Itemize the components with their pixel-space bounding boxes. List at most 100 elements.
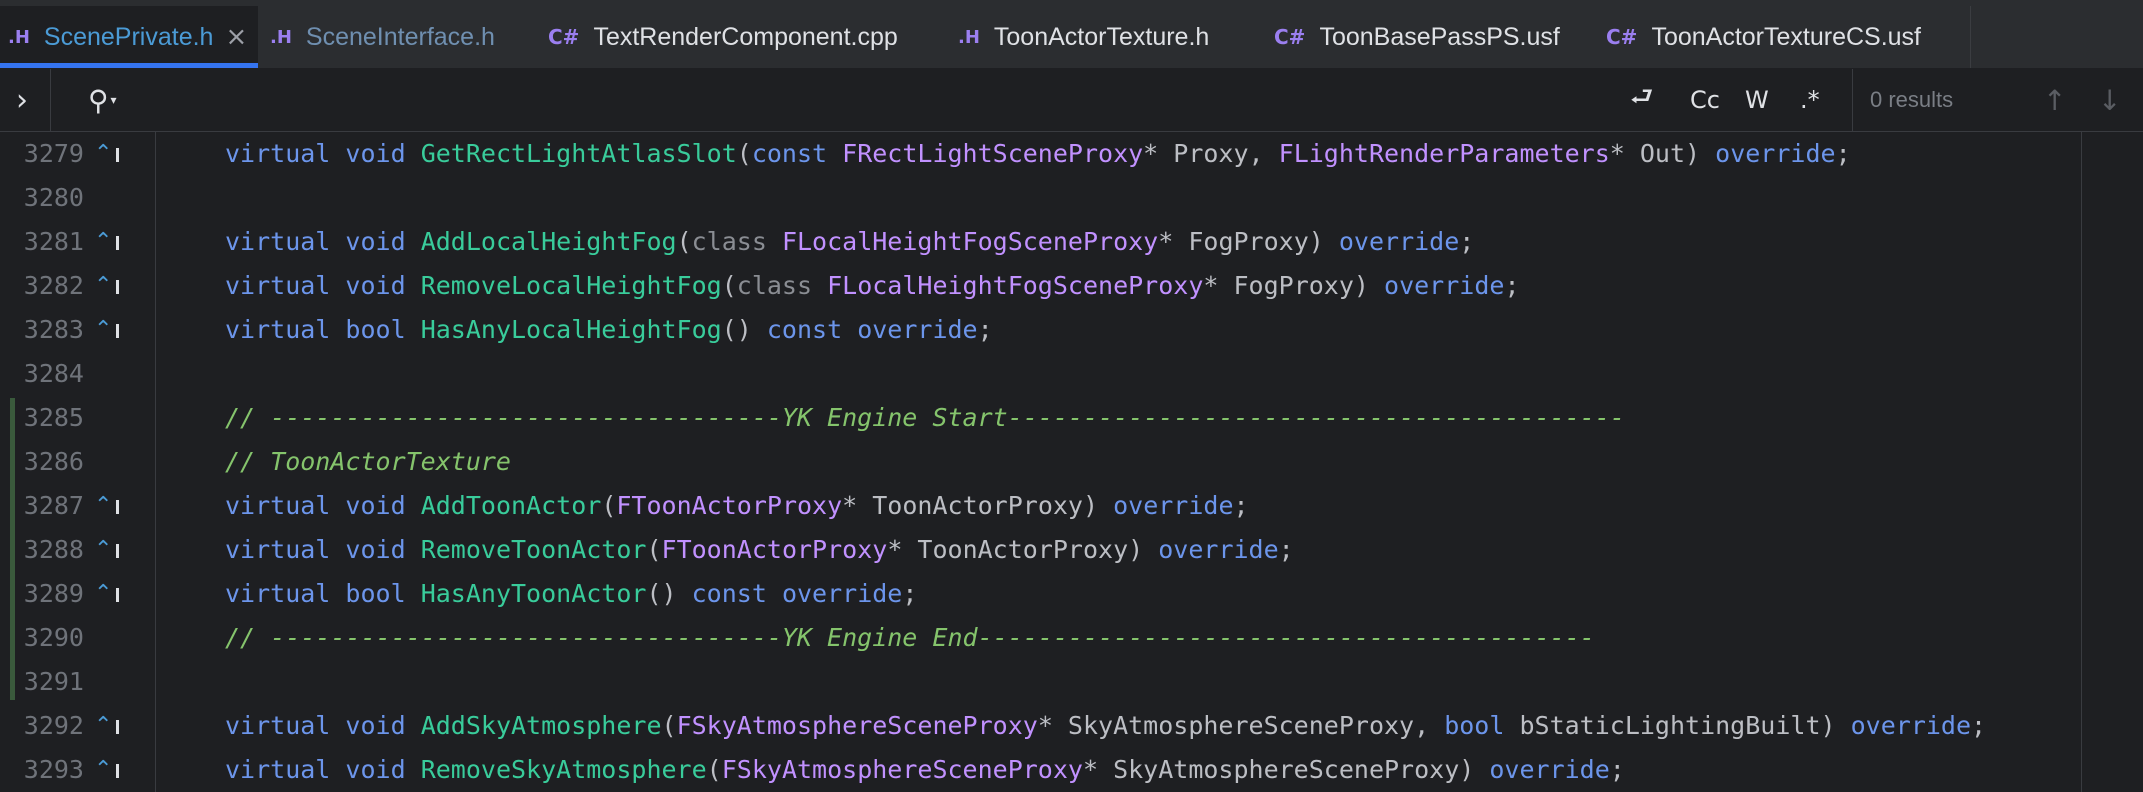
tab-toonactortexture-h[interactable]: .H ToonActorTexture.h [950, 6, 1260, 68]
line-number[interactable]: 3293 [0, 748, 84, 792]
line-number[interactable]: 3283 [0, 308, 84, 352]
overrides-icon[interactable]: ⌃ [94, 220, 119, 264]
overrides-icon[interactable]: ⌃ [94, 704, 119, 748]
tab-toonactortexturecs-usf[interactable]: C# ToonActorTextureCS.usf [1598, 6, 1970, 68]
line-number[interactable]: 3290 [0, 616, 84, 660]
code-line[interactable]: 3286 // ToonActorTexture [0, 440, 2143, 484]
code-token: ( [736, 139, 752, 168]
results-count: 0 results [1870, 69, 1953, 131]
overrides-icon[interactable]: ⌃ [94, 528, 119, 572]
code-token: RemoveToonActor [420, 535, 647, 564]
code-line[interactable]: 3281 ⌃ virtual void AddLocalHeightFog(clas… [0, 220, 2143, 264]
next-occurrence-button[interactable]: ↓ [2098, 69, 2121, 131]
code-line[interactable]: 3291 [0, 660, 2143, 704]
editor-tab-bar: .H ScenePrivate.h × .H SceneInterface.h … [0, 0, 2143, 69]
words-icon: W [1745, 86, 1769, 114]
line-number[interactable]: 3279 [0, 132, 84, 176]
line-number[interactable]: 3286 [0, 440, 84, 484]
code-line[interactable]: 3284 [0, 352, 2143, 396]
line-number[interactable]: 3281 [0, 220, 84, 264]
line-number[interactable]: 3288 [0, 528, 84, 572]
code-token: override [1158, 535, 1279, 564]
code-line[interactable]: 3290 // ---------------------------------… [0, 616, 2143, 660]
line-number[interactable]: 3282 [0, 264, 84, 308]
whole-words-button[interactable]: W [1745, 69, 1769, 131]
code-token: ( [601, 491, 617, 520]
code-line[interactable]: 3285 // ---------------------------------… [0, 396, 2143, 440]
code-token: FToonActorProxy [661, 535, 888, 564]
search-history-button[interactable]: ⚲ ▾ [88, 69, 117, 131]
code-token: AddToonActor [420, 491, 602, 520]
tab-toonbasepassps-usf[interactable]: C# ToonBasePassPS.usf [1266, 6, 1596, 68]
code-line[interactable]: 3292 ⌃ virtual void AddSkyAtmosphere(FSkyA… [0, 704, 2143, 748]
code-token: bool [1444, 711, 1520, 740]
overrides-icon[interactable]: ⌃ [94, 484, 119, 528]
line-code: virtual bool HasAnyToonActor() const ove… [225, 572, 917, 616]
code-line[interactable]: 3289 ⌃ virtual bool HasAnyToonActor() cons… [0, 572, 2143, 616]
close-icon[interactable]: × [225, 22, 247, 52]
line-number[interactable]: 3289 [0, 572, 84, 616]
line-number[interactable]: 3285 [0, 396, 84, 440]
line-number[interactable]: 3292 [0, 704, 84, 748]
code-line[interactable]: 3287 ⌃ virtual void AddToonActor(FToonActo… [0, 484, 2143, 528]
tab-sceneinterface-h[interactable]: .H SceneInterface.h [262, 6, 514, 68]
find-bar: › ⚲ ▾ ⮐ Cc W .* 0 results ↑ ↓ [0, 69, 2143, 132]
overrides-icon[interactable]: ⌃ [94, 264, 119, 308]
line-number[interactable]: 3280 [0, 176, 84, 220]
code-token: FRectLightSceneProxy [842, 139, 1144, 168]
overrides-icon[interactable]: ⌃ [94, 308, 119, 352]
chevron-down-icon: ▾ [110, 93, 117, 107]
code-token: () [646, 579, 692, 608]
search-icon: ⚲ [88, 83, 109, 117]
search-input[interactable] [130, 69, 1610, 131]
code-token: ( [676, 227, 692, 256]
match-case-icon: Cc [1690, 86, 1720, 114]
code-token: virtual [225, 227, 346, 256]
overrides-icon[interactable]: ⌃ [94, 572, 119, 616]
code-token: virtual [225, 755, 346, 784]
code-token: override [1384, 271, 1505, 300]
line-code: virtual void AddToonActor(FToonActorProx… [225, 484, 1249, 528]
code-token: * SkyAtmosphereSceneProxy, [1037, 711, 1445, 740]
code-line[interactable]: 3279 ⌃ virtual void GetRectLightAtlasSlot(… [0, 132, 2143, 176]
overrides-icon[interactable]: ⌃ [94, 132, 119, 176]
code-token: * FogProxy) [1158, 227, 1339, 256]
code-token: class [736, 271, 828, 300]
code-line[interactable]: 3282 ⌃ virtual void RemoveLocalHeightFog(c… [0, 264, 2143, 308]
overrides-icon[interactable]: ⌃ [94, 748, 119, 792]
code-token: RemoveSkyAtmosphere [420, 755, 707, 784]
shader-file-icon: C# [1606, 25, 1638, 49]
code-line[interactable]: 3293 ⌃ virtual void RemoveSkyAtmosphere(FS… [0, 748, 2143, 792]
expand-replace-button[interactable]: › [16, 69, 28, 131]
line-number[interactable]: 3284 [0, 352, 84, 396]
code-line[interactable]: 3283 ⌃ virtual bool HasAnyLocalHeightFog()… [0, 308, 2143, 352]
previous-occurrence-button[interactable]: ↑ [2043, 69, 2066, 131]
chevron-right-icon: › [16, 82, 28, 118]
code-editor[interactable]: 3279 ⌃ virtual void GetRectLightAtlasSlot(… [0, 132, 2143, 792]
code-token: void [345, 227, 421, 256]
code-line[interactable]: 3280 [0, 176, 2143, 220]
tab-textrendercomponent-cpp[interactable]: C# TextRenderComponent.cpp [540, 6, 920, 68]
code-line[interactable]: 3288 ⌃ virtual void RemoveToonActor(FToonA… [0, 528, 2143, 572]
preserve-case-button[interactable]: ⮐ [1630, 69, 1653, 131]
code-token: void [345, 271, 421, 300]
code-token: override [1715, 139, 1836, 168]
code-token: * ToonActorProxy) [887, 535, 1159, 564]
code-token: const [751, 139, 843, 168]
tab-sceneprivate-h[interactable]: .H ScenePrivate.h × [0, 6, 258, 68]
code-token: ; [1609, 755, 1625, 784]
code-token: // ToonActorTexture [225, 447, 511, 476]
code-token: * Proxy, [1143, 139, 1279, 168]
tab-label: ToonActorTextureCS.usf [1651, 22, 1922, 51]
tab-label: SceneInterface.h [305, 22, 495, 51]
code-token: // ----------------------------------YK … [225, 623, 1595, 652]
line-number[interactable]: 3291 [0, 660, 84, 704]
results-label: 0 results [1870, 87, 1954, 112]
code-token: HasAnyLocalHeightFog [420, 315, 722, 344]
code-token: AddLocalHeightFog [420, 227, 677, 256]
line-code: virtual bool HasAnyLocalHeightFog() cons… [225, 308, 993, 352]
divider [50, 69, 51, 131]
match-case-button[interactable]: Cc [1690, 69, 1720, 131]
regex-button[interactable]: .* [1800, 69, 1820, 131]
line-number[interactable]: 3287 [0, 484, 84, 528]
